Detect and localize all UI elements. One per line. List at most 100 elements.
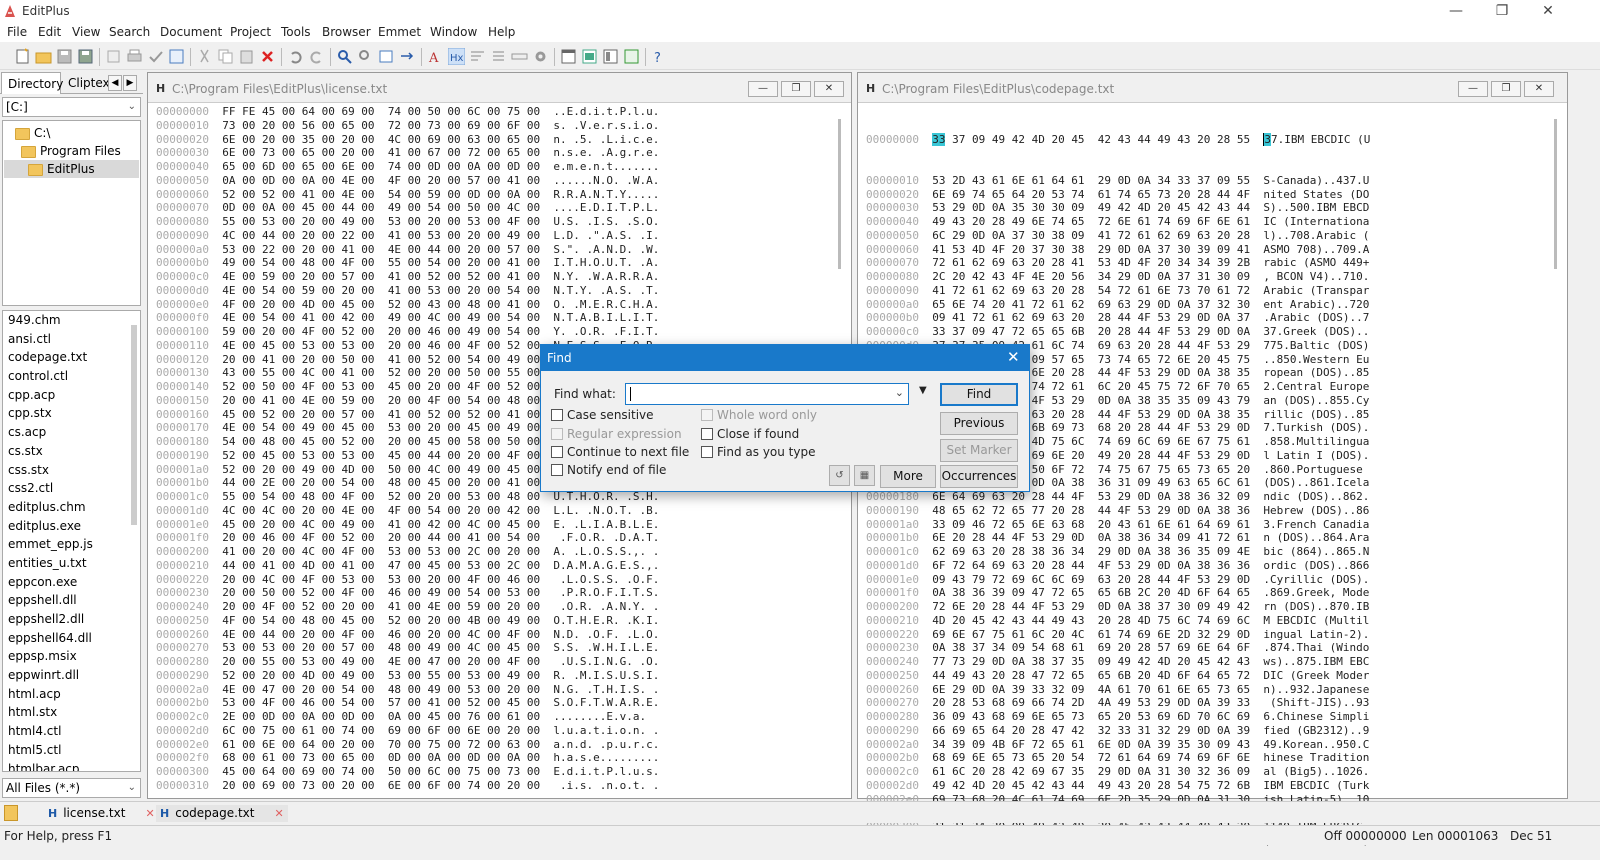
whole-word-checkbox[interactable]: Whole word only [701,408,817,422]
tab-scroll-right-icon[interactable]: ▶ [123,75,137,91]
print-preview-icon[interactable] [105,48,122,65]
menu-help[interactable]: Help [488,25,515,39]
file-list-item[interactable]: html5.ctl [3,741,140,760]
find-what-input[interactable]: ⌄ [625,383,909,405]
file-list-item[interactable]: eppwinrt.dll [3,666,140,685]
menu-emmet[interactable]: Emmet [378,25,421,39]
notify-end-of-file-checkbox[interactable]: Notify end of file [551,463,666,477]
ruler-icon[interactable] [511,48,528,65]
doc-minimize-icon[interactable]: — [1458,81,1488,97]
file-list-item[interactable]: 949.chm [3,311,140,330]
find-in-files-icon[interactable] [378,48,395,65]
close-icon[interactable]: ✕ [1007,348,1020,366]
file-list-item[interactable]: codepage.txt [3,348,140,367]
tab-close-icon[interactable]: ✕ [274,807,283,820]
file-list-item[interactable]: html4.ctl [3,722,140,741]
tab-license-txt[interactable]: Hlicense.txt ✕ [48,805,155,822]
browser-preview-icon[interactable] [168,48,185,65]
set-marker-button[interactable]: Set Marker [940,439,1018,462]
close-icon[interactable]: ✕ [1525,0,1571,22]
file-list-item[interactable]: eppcon.exe [3,573,140,592]
options-dropdown-icon[interactable]: ▼ [919,385,927,396]
file-list-item[interactable]: eppshell2.dll [3,610,140,629]
file-list-item[interactable]: eppsp.msix [3,647,140,666]
undo-icon[interactable] [287,48,304,65]
save-all-icon[interactable] [77,48,94,65]
file-list-scrollbar[interactable] [131,325,137,525]
copy-icon[interactable] [217,48,234,65]
doc-close-icon[interactable]: ✕ [1524,81,1554,97]
file-list-item[interactable]: cs.acp [3,423,140,442]
menu-browser[interactable]: Browser [322,25,371,39]
tree-item-c-drive[interactable]: C:\ [15,124,50,142]
tab-scroll-left-icon[interactable]: ◀ [108,75,122,91]
occurrences-button[interactable]: Occurrences [940,465,1018,488]
menu-window[interactable]: Window [430,25,477,39]
tree-item-program-files[interactable]: Program Files [21,142,121,160]
menu-document[interactable]: Document [160,25,222,39]
file-list-item[interactable]: css2.ctl [3,479,140,498]
file-list-item[interactable]: html.stx [3,703,140,722]
file-filter-select[interactable]: All Files (*.*) ⌄ [2,778,141,798]
file-list-item[interactable]: css.stx [3,461,140,480]
delete-icon[interactable] [259,48,276,65]
spell-check-icon[interactable] [147,48,164,65]
case-sensitive-checkbox[interactable]: Case sensitive [551,408,654,422]
close-if-found-checkbox[interactable]: Close if found [701,427,799,441]
menu-file[interactable]: File [7,25,27,39]
file-list-item[interactable]: editplus.exe [3,517,140,536]
file-list-item[interactable]: editplus.chm [3,498,140,517]
doc-restore-icon[interactable]: ❐ [781,81,811,97]
maximize-icon[interactable]: ❐ [1479,0,1525,22]
more-button[interactable]: More [880,465,936,488]
tab-cliptext[interactable]: Cliptex [62,72,112,94]
doc-restore-icon[interactable]: ❐ [1491,81,1521,97]
tab-directory[interactable]: Directory [1,72,63,94]
save-icon[interactable] [56,48,73,65]
file-list-item[interactable]: html.acp [3,685,140,704]
search-options-icon[interactable]: ▦ [854,465,875,486]
goto-line-icon[interactable] [399,48,416,65]
help-icon[interactable]: ? [651,48,668,65]
redo-icon[interactable] [308,48,325,65]
new-file-icon[interactable] [14,48,31,65]
find-as-you-type-checkbox[interactable]: Find as you type [701,445,816,459]
chevron-down-icon[interactable]: ⌄ [895,386,904,399]
search-history-icon[interactable]: ↺ [829,465,850,486]
doc-close-icon[interactable]: ✕ [814,81,844,97]
file-list-item[interactable]: cs.stx [3,442,140,461]
drive-select[interactable]: [C:] ⌄ [2,97,141,117]
cut-icon[interactable] [196,48,213,65]
file-list-item[interactable]: cpp.acp [3,386,140,405]
doc-minimize-icon[interactable]: — [748,81,778,97]
file-list-item[interactable]: emmet_epp.js [3,535,140,554]
vertical-scrollbar[interactable] [1554,119,1557,269]
file-list-item[interactable]: eppshell.dll [3,591,140,610]
tab-codepage-txt[interactable]: Hcodepage.txt ✕ [156,805,288,822]
file-list-item[interactable]: control.ctl [3,367,140,386]
find-icon[interactable] [336,48,353,65]
cliptext-window-icon[interactable] [581,48,598,65]
print-icon[interactable] [126,48,143,65]
menu-project[interactable]: Project [230,25,271,39]
menu-tools[interactable]: Tools [281,25,311,39]
directory-window-icon[interactable] [602,48,619,65]
open-folder-icon[interactable] [35,48,52,65]
menu-search[interactable]: Search [109,25,150,39]
replace-icon[interactable] [357,48,374,65]
file-list-item[interactable]: cpp.stx [3,404,140,423]
file-list-item[interactable]: htmlbar.acp [3,760,140,772]
font-icon[interactable]: A [427,48,444,65]
output-window-icon[interactable] [623,48,640,65]
previous-button[interactable]: Previous [940,412,1018,435]
menu-edit[interactable]: Edit [38,25,61,39]
tab-close-icon[interactable]: ✕ [145,807,154,820]
regular-expression-checkbox[interactable]: Regular expression [551,427,682,441]
file-list-item[interactable]: ansi.ctl [3,330,140,349]
continue-next-file-checkbox[interactable]: Continue to next file [551,445,689,459]
settings-gear-icon[interactable] [532,48,549,65]
tree-item-editplus[interactable]: EditPlus [4,160,139,178]
paste-icon[interactable] [238,48,255,65]
vertical-scrollbar[interactable] [838,119,841,269]
window-list-icon[interactable] [560,48,577,65]
